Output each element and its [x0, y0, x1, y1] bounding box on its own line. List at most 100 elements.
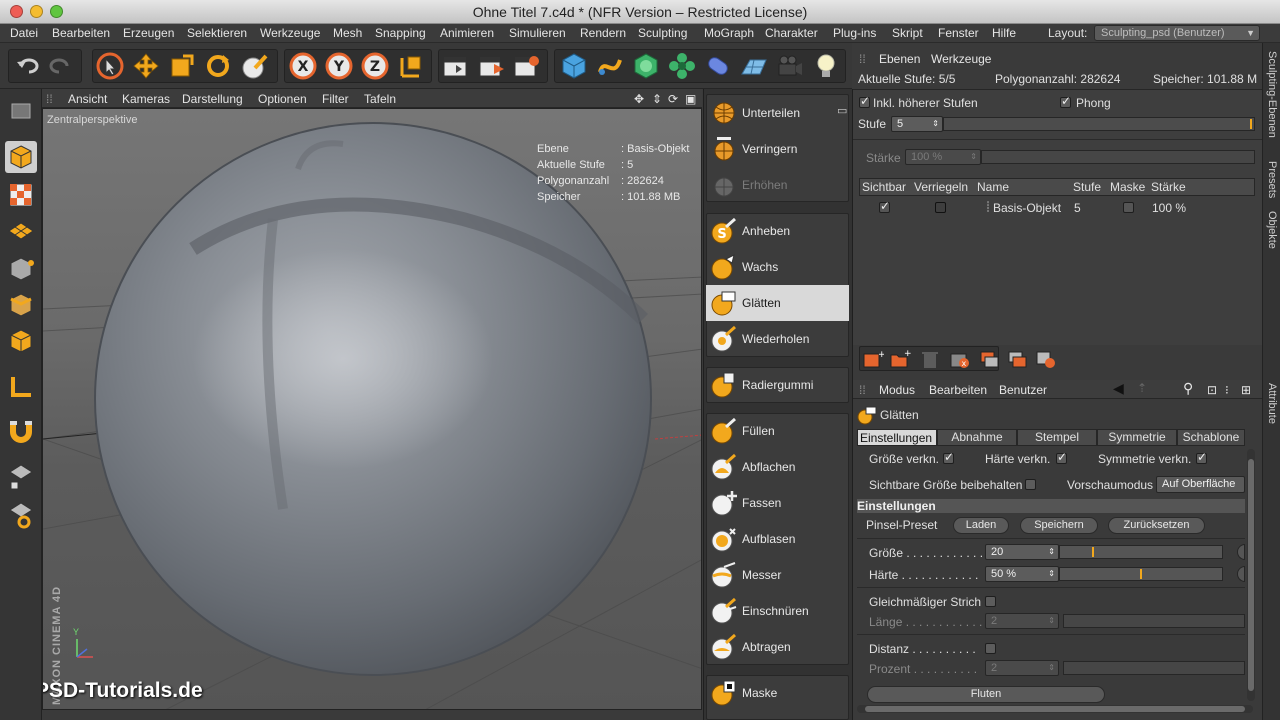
- laenge-slider[interactable]: [1063, 614, 1245, 628]
- texture-mode-button[interactable]: [5, 179, 37, 211]
- vtab-attribute[interactable]: Attribute: [1266, 383, 1278, 424]
- brush-verringern[interactable]: Verringern: [706, 131, 849, 167]
- brush-glaetten[interactable]: Glätten: [706, 285, 849, 321]
- brush-anheben[interactable]: S Anheben: [706, 213, 849, 249]
- bake-layer-button[interactable]: [1035, 349, 1057, 369]
- brush-messer[interactable]: Messer: [706, 557, 849, 593]
- move-tool-button[interactable]: [131, 51, 161, 81]
- brush-tool-button[interactable]: [240, 51, 270, 81]
- brush-erhoehen[interactable]: Erhöhen: [706, 167, 849, 203]
- array-button[interactable]: [667, 51, 697, 81]
- speichern-button[interactable]: Speichern: [1020, 517, 1098, 534]
- vorschaumodus-select[interactable]: Auf Oberfläche: [1156, 476, 1245, 493]
- viewport-menu-darstellung[interactable]: Darstellung: [182, 92, 243, 106]
- brush-radiergummi[interactable]: Radiergummi: [706, 367, 849, 403]
- attr-horizontal-scrollbar[interactable]: [857, 705, 1253, 713]
- haerte-verkn-checkbox[interactable]: [1056, 450, 1067, 464]
- environment-button[interactable]: [739, 51, 769, 81]
- groesse-verkn-checkbox[interactable]: [943, 450, 954, 464]
- prozent-slider[interactable]: [1063, 661, 1245, 675]
- x-axis-button[interactable]: X: [288, 51, 318, 81]
- viewport-menu-tafeln[interactable]: Tafeln: [364, 92, 396, 106]
- brush-fuellen[interactable]: Füllen: [706, 413, 849, 449]
- col-verriegeln[interactable]: Verriegeln: [914, 180, 968, 194]
- prozent-field[interactable]: 2 ⇕: [985, 660, 1059, 676]
- menu-hilfe[interactable]: Hilfe: [992, 26, 1016, 40]
- brush-aufblasen[interactable]: Aufblasen: [706, 521, 849, 557]
- stufe-slider-handle[interactable]: [1250, 119, 1252, 129]
- merge-down-button[interactable]: [979, 349, 1001, 369]
- attr-scroll-thumb[interactable]: [1248, 459, 1254, 691]
- menu-charakter[interactable]: Charakter: [765, 26, 818, 40]
- layout-select[interactable]: Sculpting_psd (Benutzer) ▼: [1094, 25, 1260, 41]
- menu-animieren[interactable]: Animieren: [440, 26, 494, 40]
- cube-object-button[interactable]: [559, 51, 589, 81]
- tab-symmetrie[interactable]: Symmetrie: [1097, 429, 1177, 446]
- nurbs-button[interactable]: [631, 51, 661, 81]
- gleichmaessiger-strich-checkbox[interactable]: [985, 596, 996, 607]
- live-selection-button[interactable]: [95, 51, 125, 81]
- tab-stempel[interactable]: Stempel: [1017, 429, 1097, 446]
- stufe-field[interactable]: 5 ⇕: [891, 116, 943, 132]
- laden-button[interactable]: Laden: [953, 517, 1009, 534]
- zoom-window-button[interactable]: [50, 5, 63, 18]
- menu-fenster[interactable]: Fenster: [938, 26, 979, 40]
- attr-vertical-scrollbar[interactable]: [1247, 449, 1255, 701]
- polygons-mode-button[interactable]: [5, 325, 37, 357]
- delete-layer-button[interactable]: [919, 349, 941, 369]
- tab-schablone[interactable]: Schablone: [1177, 429, 1245, 446]
- viewport-menu-kameras[interactable]: Kameras: [122, 92, 170, 106]
- settings-icon[interactable]: ⁝: [1225, 383, 1229, 397]
- points-mode-button[interactable]: [5, 253, 37, 285]
- viewport-rotate-icon[interactable]: ⟳: [668, 92, 678, 106]
- col-sichtbar[interactable]: Sichtbar: [862, 180, 906, 194]
- close-window-button[interactable]: [10, 5, 23, 18]
- menu-mesh[interactable]: Mesh: [333, 26, 362, 40]
- col-stufe[interactable]: Stufe: [1073, 180, 1101, 194]
- row-visible-checkbox[interactable]: [879, 199, 890, 213]
- brush-unterteilen[interactable]: Unterteilen: [706, 95, 849, 131]
- brush-fassen[interactable]: Fassen: [706, 485, 849, 521]
- edges-mode-button[interactable]: [5, 289, 37, 321]
- haerte-field[interactable]: 50 % ⇕: [985, 566, 1059, 582]
- 3d-viewport[interactable]: Zentralperspektive Ebene : Basis-Objekt …: [42, 108, 702, 710]
- merge-visible-button[interactable]: [1007, 349, 1029, 369]
- vtab-objekte[interactable]: Objekte: [1266, 211, 1278, 249]
- distanz-checkbox[interactable]: [985, 643, 996, 654]
- workplane-mode-button[interactable]: [5, 215, 37, 247]
- groesse-slider[interactable]: [1059, 545, 1223, 559]
- z-axis-button[interactable]: Z: [360, 51, 390, 81]
- menu-simulieren[interactable]: Simulieren: [509, 26, 566, 40]
- lock-workplane-button[interactable]: [5, 461, 37, 493]
- brush-einschnueren[interactable]: Einschnüren: [706, 593, 849, 629]
- laenge-field[interactable]: 2 ⇕: [985, 613, 1059, 629]
- deformer-button[interactable]: [703, 51, 733, 81]
- axis-mode-button[interactable]: [5, 371, 37, 403]
- menu-mograph[interactable]: MoGraph: [704, 26, 754, 40]
- coordinate-system-button[interactable]: [396, 51, 426, 81]
- y-axis-button[interactable]: Y: [324, 51, 354, 81]
- add-layer-button[interactable]: +: [862, 349, 886, 369]
- row-mask-checkbox[interactable]: [1123, 202, 1134, 213]
- attr-menu-modus[interactable]: Modus: [879, 383, 915, 397]
- make-editable-button[interactable]: [5, 95, 37, 127]
- render-picture-viewer-button[interactable]: [477, 51, 507, 81]
- add-folder-button[interactable]: +: [889, 349, 912, 369]
- render-view-button[interactable]: [441, 51, 471, 81]
- zuruecksetzen-button[interactable]: Zurücksetzen: [1108, 517, 1205, 534]
- sichtbare-groesse-checkbox[interactable]: [1025, 479, 1036, 490]
- phong-checkbox[interactable]: [1060, 94, 1071, 108]
- planar-workplane-button[interactable]: [5, 499, 37, 531]
- snap-button[interactable]: [5, 415, 37, 447]
- brush-wachs[interactable]: Wachs: [706, 249, 849, 285]
- menu-snapping[interactable]: Snapping: [375, 26, 426, 40]
- row-lock-checkbox[interactable]: [935, 202, 946, 213]
- stufe-slider[interactable]: [943, 117, 1255, 131]
- brush-maske[interactable]: Maske: [706, 675, 849, 711]
- menu-skript[interactable]: Skript: [892, 26, 923, 40]
- attr-menu-bearbeiten[interactable]: Bearbeiten: [929, 383, 987, 397]
- brush-abflachen[interactable]: Abflachen: [706, 449, 849, 485]
- table-row[interactable]: ┊ Basis-Objekt 5 100 %: [859, 197, 1255, 219]
- viewport-pan-icon[interactable]: ✥: [634, 92, 644, 106]
- lock-icon[interactable]: ⊡: [1207, 383, 1217, 397]
